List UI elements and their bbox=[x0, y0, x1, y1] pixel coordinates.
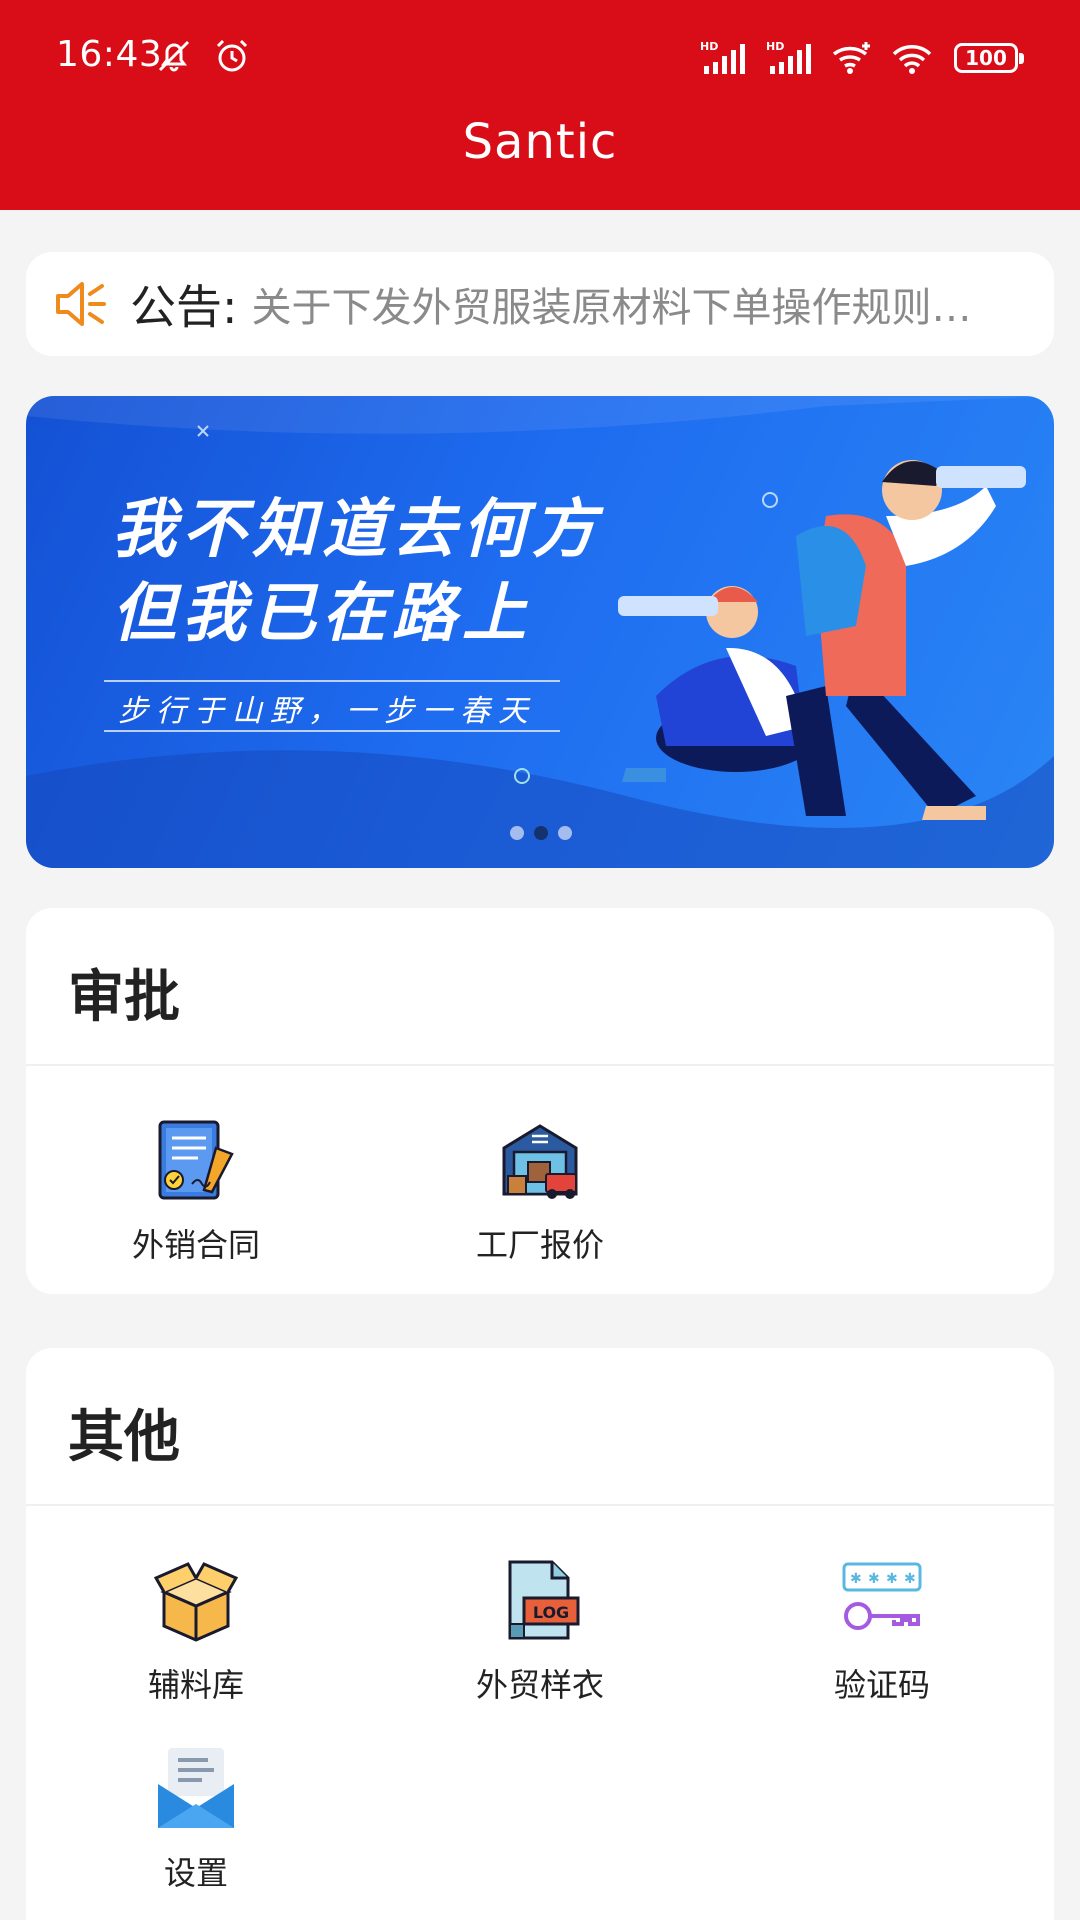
signal-1-label: HD bbox=[700, 40, 718, 53]
grid-item-verification-code[interactable]: ✱ ✱ ✱ ✱ 验证码 bbox=[762, 1558, 1002, 1706]
carousel-indicator bbox=[510, 826, 572, 840]
grid-label-export-samples: 外贸样衣 bbox=[475, 1666, 604, 1704]
grid-label-verification-code: 验证码 bbox=[833, 1666, 930, 1704]
alarm-icon bbox=[216, 39, 248, 72]
grid-item-export-contract[interactable]: 外销合同 bbox=[76, 1118, 316, 1266]
approval-card: 审批 外销合同 工厂报价 bbox=[26, 908, 1054, 1294]
divider bbox=[26, 1064, 1054, 1066]
wifi-plus-icon bbox=[832, 42, 870, 74]
status-bar: 16:43 HD HD 100 bbox=[0, 0, 1080, 112]
svg-text:✱: ✱ bbox=[868, 1571, 880, 1587]
contract-icon bbox=[158, 1120, 234, 1200]
notice-text[interactable]: 关于下发外贸服装原材料下单操作规则… bbox=[252, 275, 1012, 333]
banner-divider-bottom bbox=[104, 730, 560, 732]
carousel-dot[interactable] bbox=[558, 826, 572, 840]
battery-icon: 100 bbox=[954, 43, 1024, 73]
banner-divider-top bbox=[104, 680, 560, 682]
grid-label-accessory-library: 辅料库 bbox=[147, 1666, 244, 1704]
divider bbox=[26, 1504, 1054, 1506]
banner-headline-1: 我不知道去何方 bbox=[112, 493, 602, 567]
svg-text:✱: ✱ bbox=[904, 1571, 916, 1587]
grid-item-settings[interactable]: 设置 bbox=[76, 1746, 316, 1894]
key-icon: ✱ ✱ ✱ ✱ bbox=[842, 1562, 922, 1630]
banner-subline: 步行于山野，一步一春天 bbox=[118, 694, 536, 729]
page-title: Santic bbox=[462, 114, 618, 170]
speaker-icon bbox=[56, 282, 106, 326]
signal-2-label: HD bbox=[766, 40, 784, 53]
signal-1-icon: HD bbox=[700, 40, 745, 74]
notice-bar[interactable]: 公告: 关于下发外贸服装原材料下单操作规则… bbox=[26, 252, 1054, 356]
box-icon bbox=[154, 1562, 238, 1642]
status-time: 16:43 bbox=[56, 34, 163, 75]
mail-icon bbox=[158, 1748, 234, 1828]
grid-item-export-samples[interactable]: LOG 外贸样衣 bbox=[420, 1558, 660, 1706]
signal-2-icon: HD bbox=[766, 40, 811, 74]
factory-icon bbox=[502, 1124, 578, 1199]
grid-item-factory-quote[interactable]: 工厂报价 bbox=[420, 1118, 660, 1266]
grid-label-settings: 设置 bbox=[163, 1854, 228, 1892]
section-title-other: 其他 bbox=[68, 1405, 180, 1470]
banner-headline-2: 但我已在路上 bbox=[112, 577, 532, 651]
app-header: 16:43 HD HD 100 Santic bbox=[0, 0, 1080, 210]
svg-text:LOG: LOG bbox=[533, 1603, 569, 1622]
banner-carousel[interactable]: 我不知道去何方 但我已在路上 步行于山野，一步一春天 bbox=[26, 396, 1054, 868]
wifi-icon bbox=[892, 45, 932, 74]
carousel-dot-active[interactable] bbox=[534, 826, 548, 840]
grid-label-export-contract: 外销合同 bbox=[131, 1226, 260, 1264]
grid-label-factory-quote: 工厂报价 bbox=[475, 1226, 604, 1264]
notice-label: 公告: bbox=[130, 280, 238, 334]
svg-text:✱: ✱ bbox=[850, 1571, 862, 1587]
other-card: 其他 辅料库 LOG 外贸样衣 ✱ ✱ ✱ ✱ 验证码 设置 bbox=[26, 1348, 1054, 1920]
svg-text:✱: ✱ bbox=[886, 1571, 898, 1587]
carousel-dot[interactable] bbox=[510, 826, 524, 840]
section-title-approve: 审批 bbox=[68, 965, 180, 1030]
mute-icon bbox=[158, 40, 190, 72]
log-file-icon: LOG bbox=[508, 1560, 580, 1640]
grid-item-accessory-library[interactable]: 辅料库 bbox=[76, 1558, 316, 1706]
